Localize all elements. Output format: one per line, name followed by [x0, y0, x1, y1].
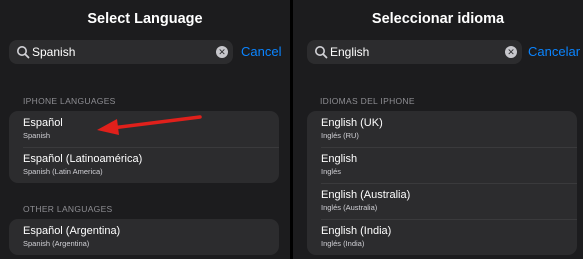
language-subtitle: Inglés: [321, 167, 342, 176]
language-row-english-india[interactable]: English (India) Inglés (India): [307, 219, 577, 255]
search-icon: [315, 46, 328, 59]
clear-search-icon[interactable]: ✕: [216, 46, 228, 58]
iphone-languages-list: Español Spanish Español (Latinoamérica) …: [9, 111, 279, 183]
language-name: English: [321, 153, 358, 165]
language-name: English (Australia): [321, 189, 411, 201]
seleccionar-idioma-panel: Seleccionar idioma English ✕ Cancelar ID…: [293, 0, 583, 259]
language-row-english[interactable]: English Inglés: [307, 147, 577, 183]
clear-search-icon[interactable]: ✕: [505, 46, 517, 58]
language-subtitle: Inglés (Australia): [321, 203, 378, 212]
search-field[interactable]: English ✕: [307, 40, 522, 64]
language-name: Español (Argentina): [23, 225, 121, 237]
language-subtitle: Spanish (Latin America): [23, 167, 103, 176]
language-name: English (India): [321, 225, 392, 237]
language-row-english-australia[interactable]: English (Australia) Inglés (Australia): [307, 183, 577, 219]
language-subtitle: Inglés (India): [321, 239, 365, 248]
screenshot-stage: Select Language Spanish ✕ Cancel IPHONE …: [0, 0, 583, 259]
section-header-other-languages: OTHER LANGUAGES: [23, 204, 113, 214]
language-subtitle: Spanish (Argentina): [23, 239, 90, 248]
language-row-espanol-latinoamerica[interactable]: Español (Latinoamérica) Spanish (Latin A…: [9, 147, 279, 183]
language-row-espanol[interactable]: Español Spanish: [9, 111, 279, 147]
language-name: Español: [23, 117, 63, 129]
search-icon: [17, 46, 30, 59]
other-languages-list: Español (Argentina) Spanish (Argentina): [9, 219, 279, 255]
page-title: Select Language: [87, 11, 203, 27]
page-title: Seleccionar idioma: [371, 11, 505, 27]
iphone-languages-list: English (UK) Inglés (RU) English Inglés …: [307, 111, 577, 255]
cancel-button[interactable]: Cancel: [241, 44, 281, 59]
search-field[interactable]: Spanish ✕: [9, 40, 233, 64]
language-name: Español (Latinoamérica): [23, 153, 143, 165]
language-subtitle: Spanish: [23, 131, 51, 140]
language-row-english-uk[interactable]: English (UK) Inglés (RU): [307, 111, 577, 147]
language-row-espanol-argentina[interactable]: Español (Argentina) Spanish (Argentina): [9, 219, 279, 255]
section-header-iphone-languages: IPHONE LANGUAGES: [23, 96, 116, 106]
section-header-iphone-languages: IDIOMAS DEL IPHONE: [320, 96, 415, 106]
select-language-panel: Select Language Spanish ✕ Cancel IPHONE …: [0, 0, 290, 259]
cancel-button[interactable]: Cancelar: [528, 44, 580, 59]
search-input[interactable]: Spanish: [32, 45, 75, 59]
language-subtitle: Inglés (RU): [321, 131, 359, 140]
language-name: English (UK): [321, 117, 383, 129]
search-input[interactable]: English: [330, 45, 369, 59]
